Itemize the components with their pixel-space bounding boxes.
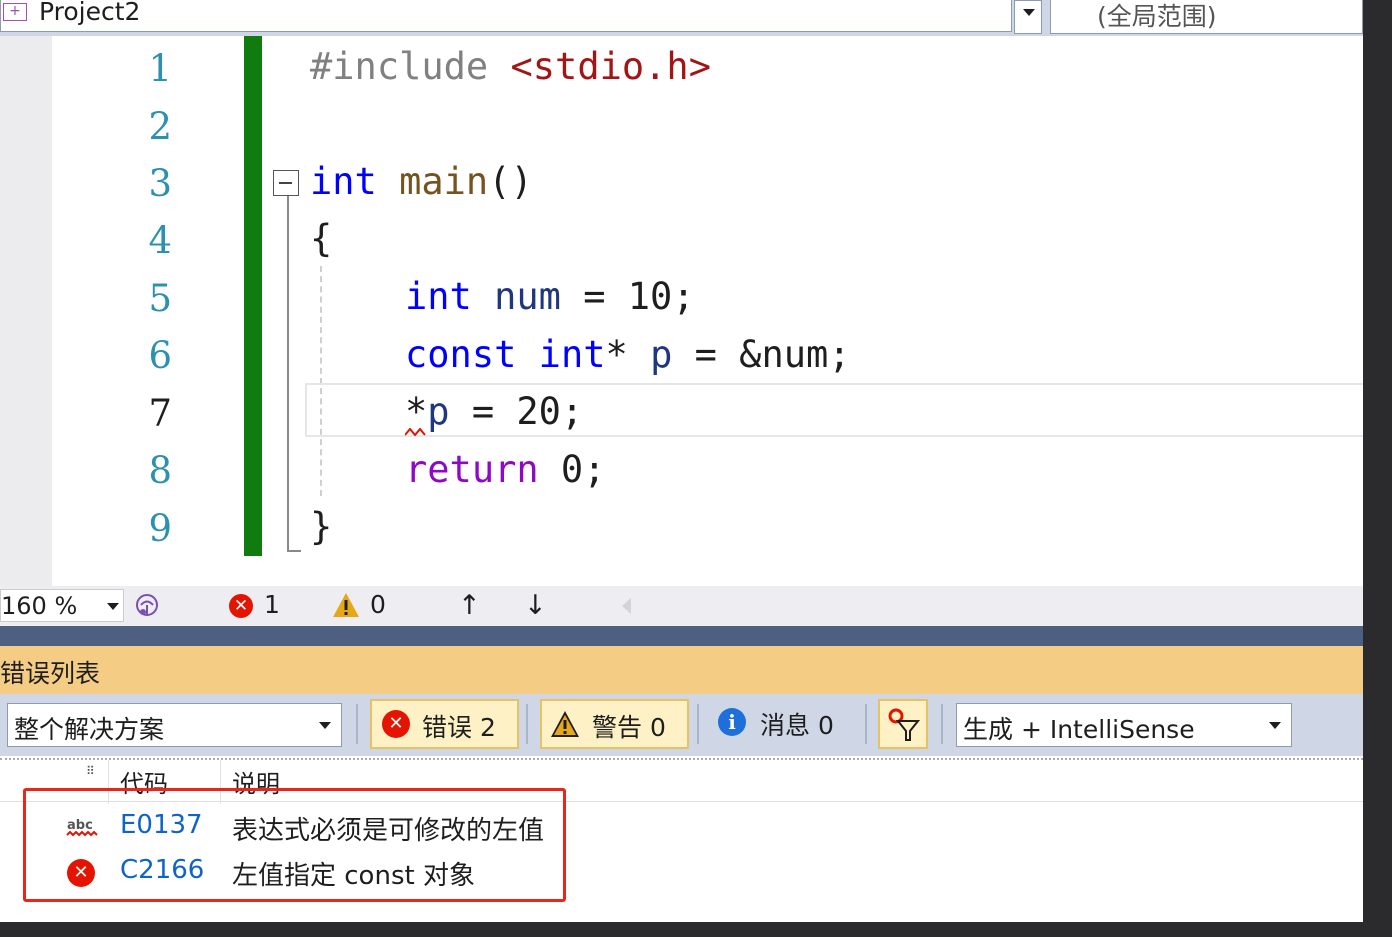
scroll-left-icon[interactable] bbox=[622, 598, 631, 614]
build-intellisense-dropdown[interactable]: 生成 + IntelliSense bbox=[956, 703, 1292, 747]
separator bbox=[941, 704, 943, 744]
code-line-5: int num = 10; bbox=[405, 268, 695, 325]
fold-line bbox=[287, 196, 289, 551]
line-number: 9 bbox=[148, 507, 172, 550]
project-dropdown[interactable]: + Project2 bbox=[0, 0, 1012, 32]
error-list-toolbar: 整个解决方案 ✕ 错误 2 警告 0 i 消息 0 生成 + IntelliSe… bbox=[0, 694, 1363, 756]
line-number: 8 bbox=[148, 449, 172, 492]
variable: p bbox=[650, 333, 673, 376]
keyword: const bbox=[405, 333, 517, 376]
solution-scope-dropdown[interactable]: 整个解决方案 bbox=[7, 703, 342, 747]
function-name: main bbox=[399, 160, 489, 203]
project-icon: + bbox=[3, 3, 27, 21]
code-editor[interactable]: 1 2 3 4 5 6 7 8 9 #include <stdio.h> int… bbox=[0, 36, 1363, 586]
panel-splitter[interactable] bbox=[0, 626, 1363, 646]
editor-status-bar: 160 % ✕ 1 0 ↑ ↓ bbox=[0, 586, 1363, 626]
return-keyword: return bbox=[405, 448, 539, 491]
variable: num bbox=[494, 275, 561, 318]
line-number: 6 bbox=[148, 334, 172, 377]
column-chooser-icon[interactable]: ⠿ bbox=[86, 764, 95, 778]
chevron-down-icon bbox=[107, 603, 119, 610]
code-line-8: return 0; bbox=[405, 441, 605, 498]
messages-filter-button[interactable]: i 消息 0 bbox=[712, 699, 857, 749]
parens: () bbox=[488, 160, 533, 203]
keyword: int bbox=[538, 333, 606, 376]
pointer-star: * bbox=[605, 333, 628, 376]
annotation-highlight-box bbox=[23, 788, 566, 902]
code-rest: = 10; bbox=[560, 275, 695, 318]
next-issue-arrow-icon[interactable]: ↓ bbox=[524, 590, 547, 621]
change-tracking-bar bbox=[244, 36, 262, 556]
code-rest: = &num; bbox=[672, 333, 851, 376]
code-line-1: #include <stdio.h> bbox=[310, 38, 711, 95]
collapse-toggle[interactable] bbox=[273, 170, 299, 196]
error-list-title-bar: 错误列表 bbox=[0, 646, 1363, 694]
previous-issue-arrow-icon[interactable]: ↑ bbox=[458, 590, 481, 621]
code-line-7: *p = 20; bbox=[405, 383, 583, 440]
error-icon[interactable]: ✕ bbox=[229, 594, 253, 618]
zoom-dropdown[interactable]: 160 % bbox=[0, 589, 124, 622]
warning-count[interactable]: 0 bbox=[370, 590, 386, 619]
scope-dropdown[interactable]: (全局范围) bbox=[1050, 0, 1363, 34]
line-number: 4 bbox=[148, 219, 172, 262]
scope-value: 整个解决方案 bbox=[14, 715, 165, 744]
code-line-4: { bbox=[310, 217, 333, 260]
chevron-down-icon bbox=[319, 722, 331, 729]
messages-label: 消息 0 bbox=[760, 711, 834, 740]
build-filter-value: 生成 + IntelliSense bbox=[963, 715, 1195, 744]
include-header: <stdio.h> bbox=[510, 45, 711, 88]
filter-icon bbox=[888, 708, 921, 741]
intellicode-icon[interactable] bbox=[133, 592, 161, 620]
warning-icon[interactable] bbox=[332, 592, 360, 618]
separator bbox=[356, 704, 358, 744]
code-line-6: const int* p = &num; bbox=[405, 326, 851, 383]
project-dropdown-button[interactable] bbox=[1014, 0, 1042, 34]
line-number-current: 7 bbox=[148, 392, 172, 435]
navigation-bar: + Project2 (全局范围) bbox=[0, 0, 1363, 36]
filter-button[interactable] bbox=[878, 699, 928, 749]
scope-label: (全局范围) bbox=[1097, 2, 1217, 31]
code-line-9: } bbox=[310, 505, 333, 548]
indent-guide bbox=[320, 266, 322, 496]
warnings-filter-button[interactable]: 警告 0 bbox=[540, 699, 689, 749]
errors-label: 错误 2 bbox=[422, 713, 496, 742]
separator bbox=[865, 704, 867, 744]
zoom-level: 160 % bbox=[1, 592, 78, 620]
info-icon: i bbox=[718, 708, 746, 736]
line-number: 1 bbox=[148, 47, 172, 90]
project-name: Project2 bbox=[39, 0, 141, 26]
chevron-down-icon bbox=[1269, 722, 1281, 729]
keyword: int bbox=[310, 160, 377, 203]
warnings-label: 警告 0 bbox=[592, 713, 666, 742]
line-number: 5 bbox=[148, 277, 172, 320]
fold-end bbox=[287, 550, 301, 552]
line-number: 2 bbox=[148, 105, 172, 148]
error-squiggle[interactable] bbox=[405, 428, 427, 436]
code-line-3: int main() bbox=[310, 153, 533, 210]
code-rest: = 20; bbox=[449, 390, 584, 433]
glyph-margin bbox=[0, 36, 52, 586]
panel-title: 错误列表 bbox=[0, 659, 101, 688]
separator bbox=[697, 704, 699, 744]
error-count[interactable]: 1 bbox=[264, 590, 280, 619]
variable: p bbox=[427, 390, 450, 433]
warning-icon bbox=[551, 711, 579, 737]
keyword: int bbox=[405, 275, 472, 318]
chevron-down-icon bbox=[1023, 9, 1035, 16]
preprocessor-directive: #include bbox=[310, 45, 489, 88]
code-rest: 0; bbox=[538, 448, 606, 491]
error-icon: ✕ bbox=[382, 710, 410, 738]
deref-star: * bbox=[405, 390, 428, 433]
separator bbox=[526, 704, 528, 744]
line-number: 3 bbox=[148, 162, 172, 205]
ide-window: + Project2 (全局范围) 1 2 3 4 5 6 7 8 9 #inc… bbox=[0, 0, 1363, 922]
errors-filter-button[interactable]: ✕ 错误 2 bbox=[370, 699, 519, 749]
